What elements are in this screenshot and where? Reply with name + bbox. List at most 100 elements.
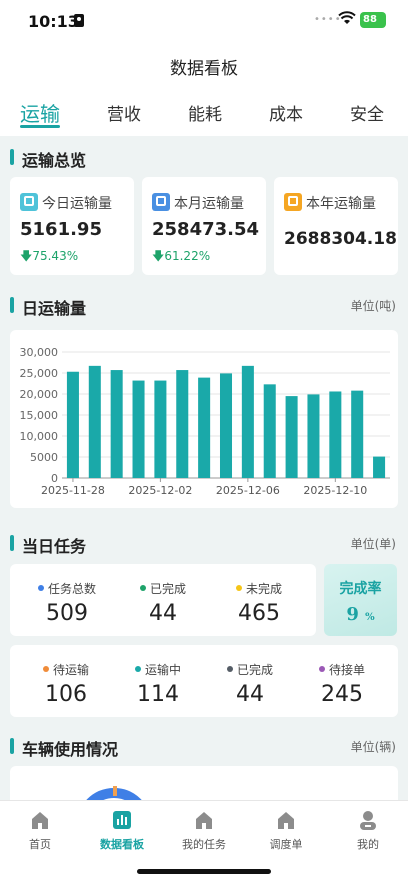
status-bar: 10:13 •••• 88	[0, 0, 408, 44]
stat-change: 🡇61.22%	[152, 249, 211, 263]
dot-icon	[134, 666, 141, 672]
stat-value: 2688304.18	[284, 229, 397, 249]
arrow-down-icon: 🡇	[152, 249, 165, 263]
task-incomplete[interactable]: 未完成 465	[216, 580, 302, 626]
wifi-icon	[338, 11, 356, 24]
dot-icon	[226, 666, 233, 672]
tab-revenue[interactable]: 营收	[107, 88, 141, 136]
daily-section-title: 日运输量	[10, 295, 86, 319]
tabbar-profile[interactable]: 我的	[328, 809, 408, 852]
stat-value: 5161.95	[20, 219, 102, 240]
tasks-section-title: 当日任务	[10, 533, 86, 557]
stat-card-today[interactable]: 今日运输量 5161.95 🡇75.43%	[10, 177, 134, 275]
tabbar-dashboard[interactable]: 数据看板	[82, 809, 162, 852]
task-done[interactable]: 已完成 44	[206, 661, 294, 707]
y-tick-label: 5000	[30, 451, 58, 464]
task-value: 44	[149, 601, 177, 626]
x-tick-label: 2025-11-28	[41, 484, 105, 497]
task-total[interactable]: 任务总数 509	[24, 580, 110, 626]
bar-2025-11-30[interactable]	[110, 370, 123, 478]
tab-cost[interactable]: 成本	[269, 88, 303, 136]
dot-icon	[139, 585, 146, 591]
overview-section-title: 运输总览	[10, 147, 86, 171]
bar-2025-12-07[interactable]	[263, 384, 276, 478]
y-tick-label: 20,000	[20, 388, 59, 401]
dot-icon	[37, 585, 44, 591]
x-tick-label: 2025-12-10	[303, 484, 367, 497]
x-tick-label: 2025-12-02	[128, 484, 192, 497]
dispatch-icon	[275, 809, 297, 831]
daily-transport-chart: 0 5000 10,000 15,000 20,000 25,000 30,000 2025-…	[10, 330, 398, 508]
task-value: 106	[45, 682, 87, 707]
bar-chart-svg: 0500010,00015,00020,00025,00030,0002025-…	[20, 346, 390, 497]
tabbar-dispatch[interactable]: 调度单	[246, 809, 326, 852]
page-title: 数据看板	[170, 59, 238, 79]
stat-label: 今日运输量	[42, 196, 112, 212]
status-time: 10:13	[28, 12, 79, 31]
tab-safety[interactable]: 安全	[350, 88, 384, 136]
y-tick-label: 10,000	[20, 430, 59, 443]
user-icon	[357, 809, 379, 831]
bar-2025-12-03[interactable]	[176, 370, 189, 478]
header: 数据看板	[0, 44, 408, 88]
bar-2025-12-09[interactable]	[307, 394, 320, 478]
task-value: 509	[46, 601, 88, 626]
task-value: 114	[137, 682, 179, 707]
tasks-unit: 单位(单)	[350, 537, 396, 551]
stat-card-month[interactable]: 本月运输量 258473.54 🡇61.22%	[142, 177, 266, 275]
task-value: 245	[321, 682, 363, 707]
vehicles-section-title: 车辆使用情况	[10, 736, 118, 760]
bar-2025-12-02[interactable]	[154, 380, 167, 478]
battery-icon: 88	[360, 12, 386, 28]
y-tick-label: 30,000	[20, 346, 59, 359]
task-value: 44	[236, 682, 264, 707]
y-tick-label: 25,000	[20, 367, 59, 380]
bar-2025-12-10[interactable]	[329, 391, 342, 478]
chart-icon	[111, 809, 133, 831]
tab-bar: 运输 营收 能耗 成本 安全	[0, 88, 408, 136]
bar-2025-12-05[interactable]	[219, 373, 233, 478]
completion-rate-value: 9 %	[346, 604, 375, 625]
truck-icon	[20, 193, 38, 211]
tab-energy[interactable]: 能耗	[188, 88, 222, 136]
stat-label: 本年运输量	[306, 196, 376, 212]
bar-2025-12-12[interactable]	[373, 456, 386, 478]
task-value: 465	[238, 601, 280, 626]
bar-2025-12-01[interactable]	[132, 380, 145, 478]
home-icon	[29, 809, 51, 831]
bar-2025-12-06[interactable]	[241, 365, 254, 478]
stat-value: 258473.54	[152, 219, 260, 240]
arrow-down-icon: 🡇	[20, 249, 33, 263]
y-tick-label: 15,000	[20, 409, 59, 422]
task-pending-transport[interactable]: 待运输 106	[22, 661, 110, 707]
dot-icon	[318, 666, 325, 672]
dot-icon	[42, 666, 49, 672]
task-icon	[193, 809, 215, 831]
stat-label: 本月运输量	[174, 196, 244, 212]
tabbar-home[interactable]: 首页	[0, 809, 80, 852]
task-summary-card: 任务总数 509 已完成 44 未完成 465	[10, 564, 316, 636]
stat-card-year[interactable]: 本年运输量 2688304.18	[274, 177, 398, 275]
truck-icon	[284, 193, 302, 211]
task-in-transit[interactable]: 运输中 114	[114, 661, 202, 707]
stat-change: 🡇75.43%	[20, 249, 79, 263]
daily-unit: 单位(吨)	[350, 299, 396, 313]
bar-2025-12-04[interactable]	[198, 377, 211, 478]
task-completed[interactable]: 已完成 44	[120, 580, 206, 626]
bar-2025-12-08[interactable]	[285, 396, 298, 478]
truck-icon	[152, 193, 170, 211]
task-status-card: 待运输 106 运输中 114 已完成 44 待接单 245	[10, 645, 398, 717]
tab-transport[interactable]: 运输	[20, 88, 60, 136]
tabbar-my-tasks[interactable]: 我的任务	[164, 809, 244, 852]
home-indicator	[137, 869, 271, 874]
bar-2025-12-11[interactable]	[351, 390, 364, 478]
bar-2025-11-28[interactable]	[66, 371, 79, 478]
vehicles-unit: 单位(辆)	[350, 740, 396, 754]
donut-segment	[113, 786, 117, 796]
x-tick-label: 2025-12-06	[216, 484, 280, 497]
sim-card-icon	[74, 14, 84, 27]
bar-2025-11-29[interactable]	[88, 365, 101, 478]
completion-rate-card[interactable]: 完成率 9 %	[324, 564, 397, 636]
dot-icon	[235, 585, 242, 591]
task-pending-accept[interactable]: 待接单 245	[298, 661, 386, 707]
